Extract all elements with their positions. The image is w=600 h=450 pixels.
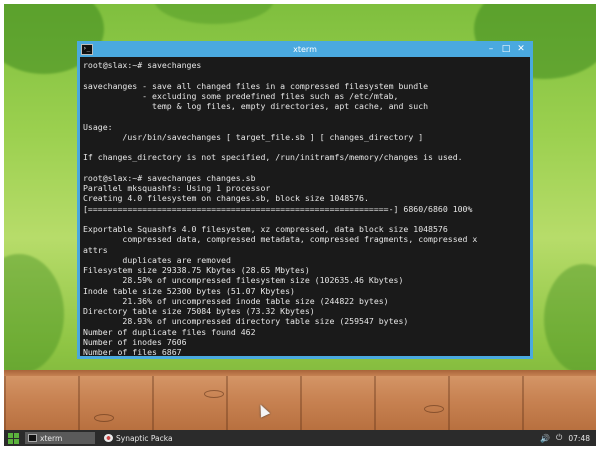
- terminal-line: Inode table size 52300 bytes (51.07 Kbyt…: [83, 285, 295, 296]
- terminal-line: Filesystem size 29338.75 Kbytes (28.65 M…: [83, 265, 310, 275]
- clock[interactable]: 07:48: [568, 434, 590, 443]
- window-titlebar[interactable]: xterm – □ ✕: [80, 41, 530, 57]
- power-icon[interactable]: ⏻: [556, 433, 562, 443]
- terminal-line: attrs: [83, 244, 108, 255]
- terminal-line: Number of inodes 7606: [83, 336, 187, 347]
- terminal-line: temp & log files, empty directories, apt…: [83, 101, 429, 111]
- terminal-line: Exportable Squashfs 4.0 filesystem, xz c…: [83, 224, 448, 234]
- terminal-line: 21.36% of uncompressed inode table size …: [83, 295, 389, 306]
- terminal-line: root@slax:~# savechanges: [83, 60, 202, 70]
- terminal-line: Usage:: [83, 121, 113, 132]
- wooden-floor: [4, 370, 596, 430]
- terminal-line: Number of duplicate files found 462: [83, 326, 256, 337]
- minimize-button[interactable]: –: [486, 44, 496, 54]
- terminal-line: - excluding some predefined files such a…: [83, 90, 399, 101]
- terminal-line: savechanges - save all changed files in …: [83, 80, 429, 91]
- volume-icon[interactable]: 🔊: [540, 434, 550, 443]
- taskbar: xterm Synaptic Packa 🔊 ⏻ 07:48: [4, 430, 596, 446]
- terminal-output[interactable]: root@slax:~# savechanges savechanges - s…: [80, 57, 530, 356]
- terminal-line: compressed data, compressed metadata, co…: [83, 234, 478, 245]
- terminal-line: [=======================================…: [83, 203, 473, 214]
- synaptic-icon: [104, 434, 113, 442]
- terminal-line: Directory table size 75084 bytes (73.32 …: [83, 306, 315, 316]
- window-title: xterm: [293, 44, 317, 54]
- terminal-line: duplicates are removed: [83, 254, 231, 265]
- taskbar-item-label: xterm: [40, 433, 63, 443]
- terminal-line: Creating 4.0 filesystem on changes.sb, b…: [83, 193, 369, 204]
- start-menu-icon[interactable]: [8, 432, 19, 444]
- close-button[interactable]: ✕: [516, 44, 526, 54]
- terminal-line: If changes_directory is not specified, /…: [83, 152, 463, 163]
- xterm-window[interactable]: xterm – □ ✕ root@slax:~# savechanges sav…: [77, 41, 533, 359]
- terminal-line: Number of files 6867: [83, 347, 182, 356]
- terminal-icon: [28, 434, 37, 442]
- terminal-line: /usr/bin/savechanges [ target_file.sb ] …: [83, 131, 424, 142]
- taskbar-item-synaptic[interactable]: Synaptic Packa: [101, 432, 177, 444]
- terminal-line: 28.59% of uncompressed filesystem size (…: [83, 275, 404, 286]
- terminal-line: 28.93% of uncompressed directory table s…: [83, 316, 409, 327]
- taskbar-item-xterm[interactable]: xterm: [25, 432, 95, 444]
- terminal-line: root@slax:~# savechanges changes.sb: [83, 172, 256, 183]
- maximize-button[interactable]: □: [501, 44, 511, 54]
- taskbar-item-label: Synaptic Packa: [116, 433, 173, 443]
- system-tray: 🔊 ⏻ 07:48: [540, 433, 590, 443]
- terminal-line: Parallel mksquashfs: Using 1 processor: [83, 183, 271, 193]
